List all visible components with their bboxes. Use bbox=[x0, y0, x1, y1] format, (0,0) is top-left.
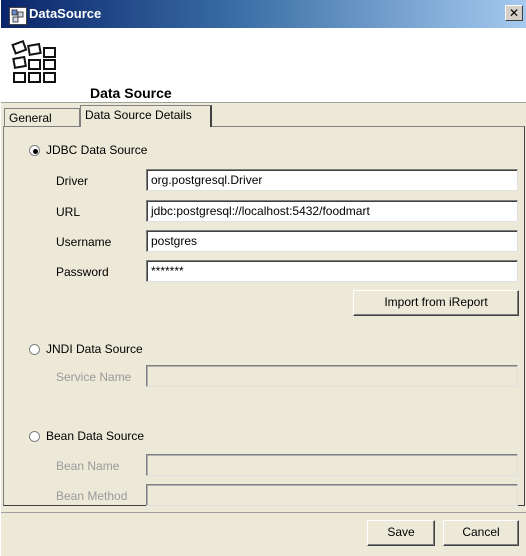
cancel-button[interactable]: Cancel bbox=[443, 520, 519, 546]
driver-input[interactable]: org.postgresql.Driver bbox=[146, 169, 518, 191]
header-title: Data Source bbox=[90, 85, 172, 101]
datasource-app-icon bbox=[9, 7, 27, 25]
password-label: Password bbox=[56, 265, 109, 279]
jdbc-radio-button[interactable] bbox=[29, 144, 40, 156]
dialog-header: Data Source bbox=[1, 28, 526, 103]
bean-radio-button[interactable] bbox=[29, 430, 40, 442]
window-title: DataSource bbox=[29, 6, 102, 21]
service-name-input bbox=[146, 365, 518, 387]
service-name-label: Service Name bbox=[56, 370, 132, 384]
url-input[interactable]: jdbc:postgresql://localhost:5432/foodmar… bbox=[146, 200, 518, 222]
bean-method-label: Bean Method bbox=[56, 489, 128, 503]
username-input[interactable]: postgres bbox=[146, 230, 518, 252]
close-icon[interactable]: ✕ bbox=[505, 5, 523, 21]
jdbc-radio-label: JDBC Data Source bbox=[46, 143, 148, 157]
import-from-ireport-button[interactable]: Import from iReport bbox=[353, 290, 519, 316]
bean-name-label: Bean Name bbox=[56, 459, 120, 473]
jndi-radio[interactable]: JNDI Data Source bbox=[29, 342, 143, 356]
jndi-radio-button[interactable] bbox=[29, 343, 40, 355]
jdbc-radio[interactable]: JDBC Data Source bbox=[29, 143, 147, 157]
tab-data-source-details[interactable]: Data Source Details bbox=[80, 105, 212, 127]
bean-radio[interactable]: Bean Data Source bbox=[29, 429, 144, 443]
jndi-radio-label: JNDI Data Source bbox=[46, 342, 143, 356]
tab-general[interactable]: General bbox=[4, 108, 80, 127]
url-label: URL bbox=[56, 205, 81, 219]
bean-method-input bbox=[146, 484, 518, 506]
footer-separator bbox=[1, 512, 526, 513]
datasource-dialog: DataSource ✕ Data Source General Data So… bbox=[0, 0, 526, 556]
bean-radio-label: Bean Data Source bbox=[46, 429, 145, 443]
title-bar[interactable]: DataSource ✕ bbox=[1, 0, 526, 28]
datasource-grid-icon bbox=[11, 40, 56, 83]
bean-name-input bbox=[146, 454, 518, 476]
password-input[interactable]: ******* bbox=[146, 260, 518, 282]
driver-label: Driver bbox=[56, 174, 88, 188]
username-label: Username bbox=[56, 235, 112, 249]
tab-strip: General Data Source Details bbox=[1, 104, 526, 127]
save-button[interactable]: Save bbox=[367, 520, 435, 546]
